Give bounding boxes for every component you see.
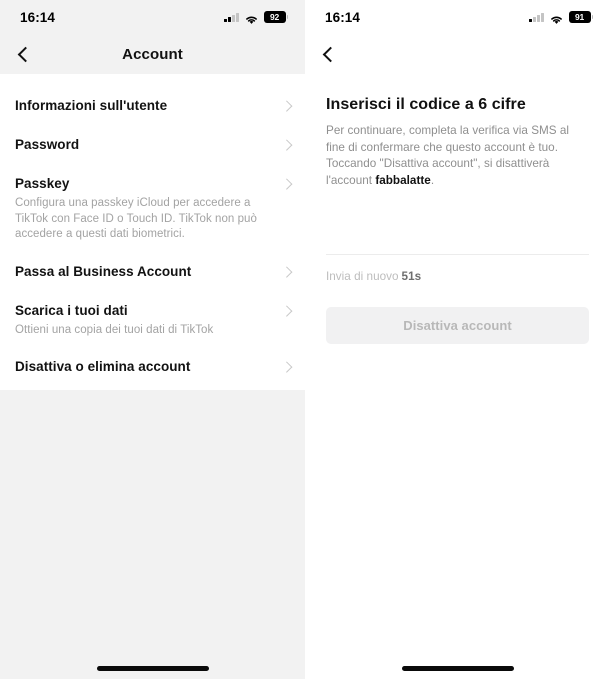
status-icons: 91 xyxy=(529,11,593,24)
account-settings-screen: 16:14 92 Account Informazioni sull'utent… xyxy=(0,0,305,679)
chevron-right-icon xyxy=(280,361,292,373)
description-text-part1: Per continuare, completa la verifica via… xyxy=(326,124,570,187)
wifi-icon xyxy=(549,12,564,24)
deactivate-account-button[interactable]: Disattiva account xyxy=(326,307,589,344)
cellular-signal-icon xyxy=(224,12,239,22)
wifi-icon xyxy=(244,12,259,24)
battery-percentage: 92 xyxy=(269,11,280,22)
nav-bar-right xyxy=(305,34,610,74)
verification-description: Per continuare, completa la verifica via… xyxy=(326,123,589,189)
row-subtitle: Ottieni una copia dei tuoi dati di TikTo… xyxy=(15,323,214,336)
settings-row-password[interactable]: Password xyxy=(15,115,292,154)
row-subtitle: Configura una passkey iCloud per acceder… xyxy=(15,197,257,240)
row-title: Password xyxy=(15,137,80,152)
verification-form: Inserisci il codice a 6 cifre Per contin… xyxy=(305,96,610,344)
row-title: Passkey xyxy=(15,176,70,191)
status-bar-left: 16:14 92 xyxy=(0,0,305,34)
nav-bar-left: Account xyxy=(0,34,305,74)
settings-row-deactivate-delete[interactable]: Disattiva o elimina account xyxy=(15,338,292,376)
chevron-right-icon xyxy=(280,139,292,151)
home-indicator xyxy=(96,666,209,671)
settings-row-passkey[interactable]: Passkey Configura una passkey iCloud per… xyxy=(15,154,292,243)
chevron-right-icon xyxy=(280,304,292,316)
battery-percentage: 91 xyxy=(574,11,585,22)
settings-card: Informazioni sull'utente Password Passke… xyxy=(0,74,305,390)
account-username: fabbalatte xyxy=(375,173,431,187)
row-title: Disattiva o elimina account xyxy=(15,359,191,374)
chevron-right-icon xyxy=(280,265,292,277)
settings-row-download-data[interactable]: Scarica i tuoi dati Ottieni una copia de… xyxy=(15,281,292,339)
settings-row-business-account[interactable]: Passa al Business Account xyxy=(15,243,292,281)
verification-code-input[interactable] xyxy=(326,228,589,255)
sms-verification-screen: 16:14 91 Inserisci il codice a 6 cifre P… xyxy=(305,0,610,679)
cellular-signal-icon xyxy=(529,12,544,22)
status-time: 16:14 xyxy=(325,9,361,25)
settings-row-user-info[interactable]: Informazioni sull'utente xyxy=(15,86,292,115)
chevron-left-icon xyxy=(17,46,34,62)
row-title: Scarica i tuoi dati xyxy=(15,302,128,318)
battery-icon: 92 xyxy=(263,11,288,23)
page-title: Account xyxy=(122,45,183,63)
resend-countdown-timer: 51s xyxy=(401,270,422,283)
row-title: Passa al Business Account xyxy=(15,263,192,279)
back-button[interactable] xyxy=(6,34,42,74)
chevron-right-icon xyxy=(280,178,292,190)
status-bar-right: 16:14 91 xyxy=(305,0,610,34)
status-time: 16:14 xyxy=(20,9,56,25)
battery-icon: 91 xyxy=(568,11,593,23)
home-indicator xyxy=(401,666,514,671)
resend-code-row[interactable]: Invia di nuovo 51s xyxy=(326,270,589,283)
chevron-right-icon xyxy=(280,100,292,112)
verification-heading: Inserisci il codice a 6 cifre xyxy=(326,96,526,113)
dual-screen-container: 16:14 92 Account Informazioni sull'utent… xyxy=(0,0,610,679)
chevron-left-icon xyxy=(322,46,339,62)
back-button[interactable] xyxy=(311,34,347,74)
status-icons: 92 xyxy=(224,11,288,24)
description-text-part2: . xyxy=(430,173,435,187)
resend-label: Invia di nuovo xyxy=(326,270,399,283)
row-title: Informazioni sull'utente xyxy=(15,98,168,113)
